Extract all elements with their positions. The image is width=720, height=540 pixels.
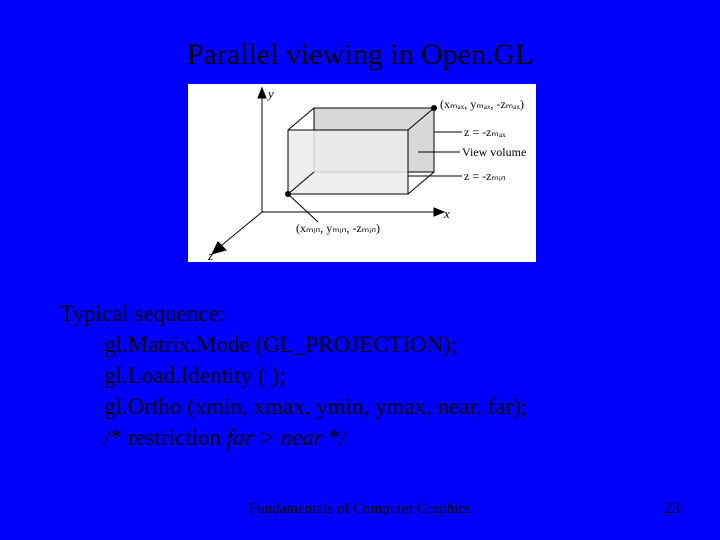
corner-min-label: (xₘᵢₙ, yₘᵢₙ, -zₘᵢₙ): [296, 221, 380, 235]
code-line-1: gl.Matrix.Mode (GL_PROJECTION);: [104, 329, 527, 360]
view-volume-label: View volume: [462, 145, 526, 159]
restriction-condition: far > near: [227, 425, 323, 450]
corner-max-label: (xₘₐₓ, yₘₐₓ, -zₘₐₓ): [440, 97, 524, 111]
restriction-suffix: */: [323, 425, 347, 450]
code-line-4: /* restriction far > near */: [104, 422, 527, 453]
slide: Parallel viewing in Open.GL: [0, 0, 720, 540]
restriction-prefix: /* restriction: [104, 425, 227, 450]
page-number: 23: [664, 500, 680, 518]
axis-y-label: y: [266, 86, 274, 101]
slide-title: Parallel viewing in Open.GL: [0, 38, 720, 72]
view-volume-diagram: y x z (xₘₐₓ, yₘₐₓ, -zₘₐₓ) z = -zₘₐₓ View…: [188, 84, 536, 262]
axis-x-label: x: [443, 206, 450, 221]
zmax-label: z = -zₘₐₓ: [464, 125, 506, 139]
axis-z-label: z: [207, 248, 213, 262]
code-sequence: Typical sequence: gl.Matrix.Mode (GL_PRO…: [60, 298, 527, 453]
zmin-label: z = -zₘᵢₙ: [464, 169, 506, 183]
footer-title: Fundamentals of Computer Graphics: [0, 501, 720, 518]
code-line-3: gl.Ortho (xmin, xmax, ymin, ymax, near, …: [104, 391, 527, 422]
code-line-2: gl.Load.Identity ( );: [104, 360, 527, 391]
sequence-heading: Typical sequence:: [60, 298, 527, 329]
